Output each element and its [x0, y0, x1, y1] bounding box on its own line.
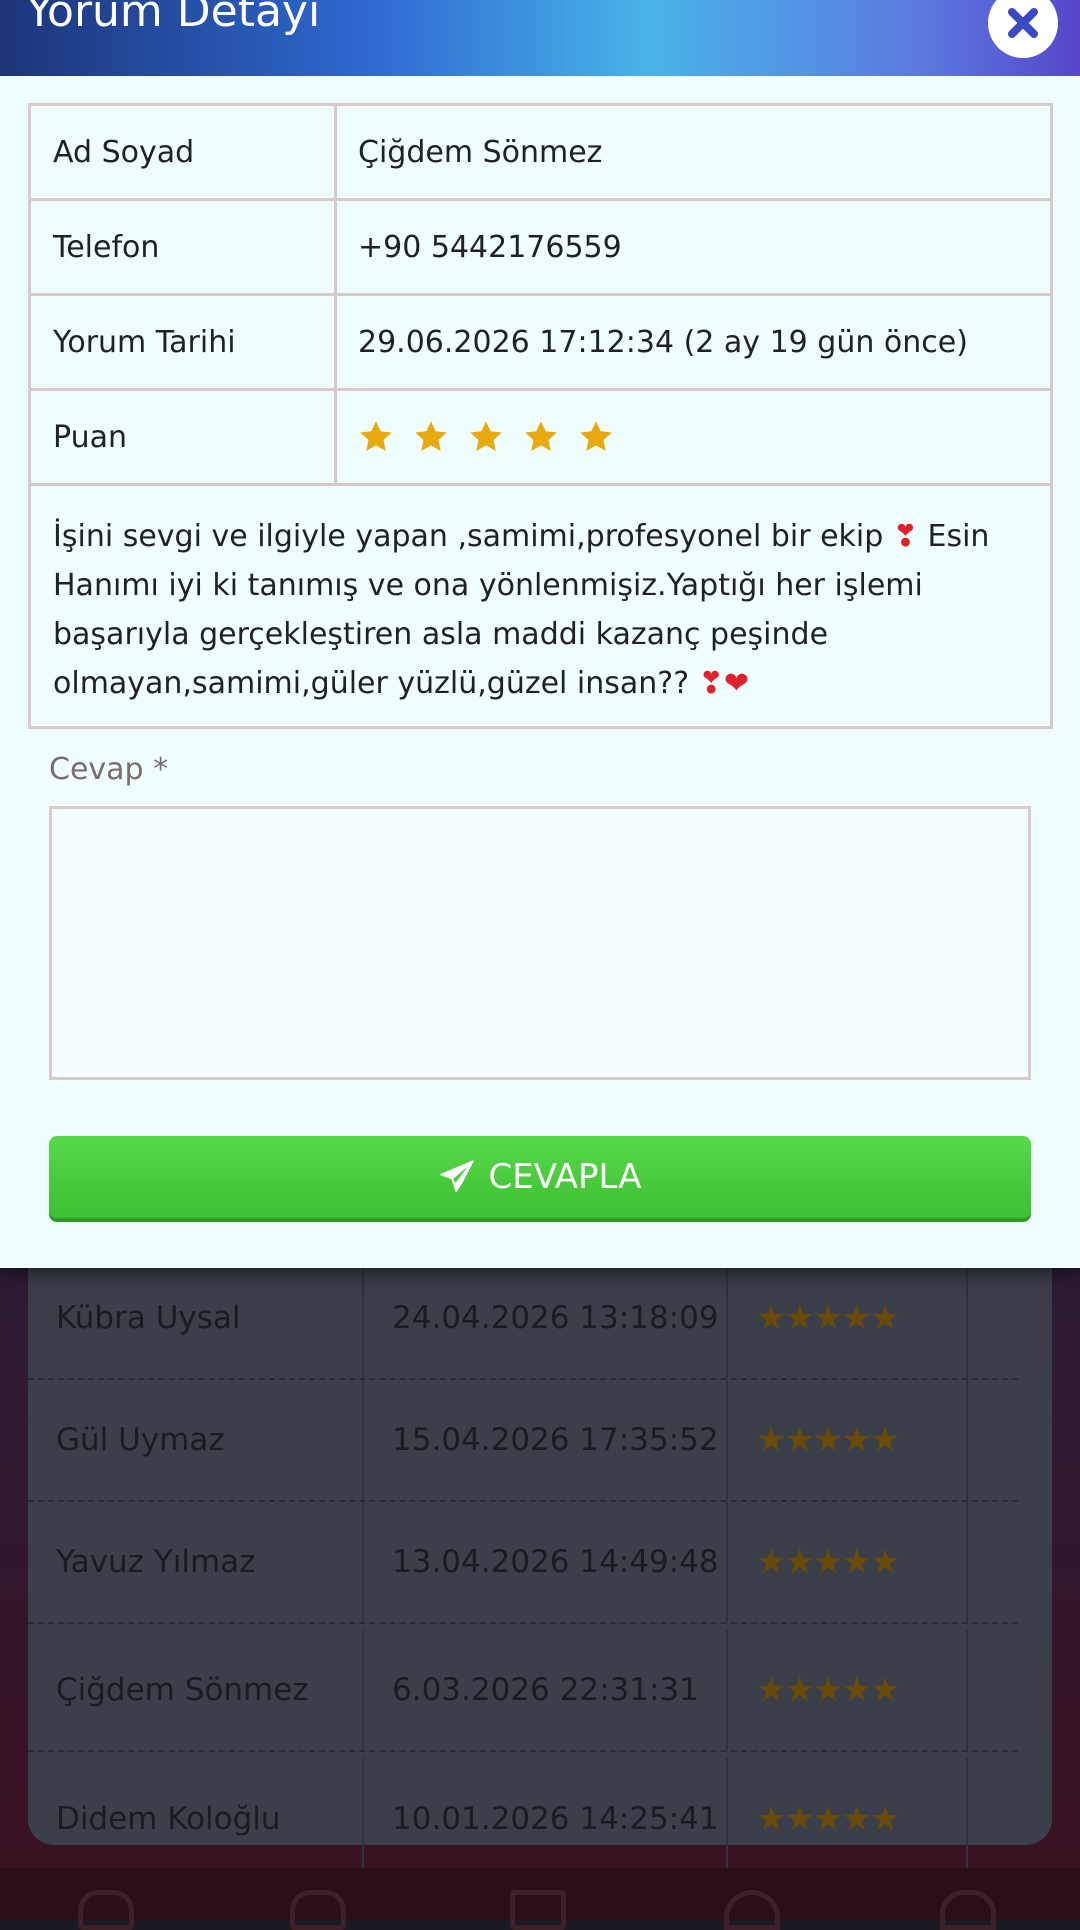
reviewer-name: Kübra Uysal [28, 1258, 364, 1378]
modal-title: Yorum Detayı [26, 0, 321, 37]
comment-text: İşini sevgi ve ilgiyle yapan ,samimi,pro… [31, 486, 1050, 726]
star-icon [525, 421, 557, 451]
reviewer-name: Çiğdem Sönmez [28, 1630, 364, 1750]
face-icon [724, 1890, 780, 1930]
star-icon [470, 421, 502, 451]
answer-label: Cevap * [49, 752, 168, 787]
answer-label-text: Cevap [49, 752, 144, 787]
detail-row-date: Yorum Tarihi 29.06.2026 17:12:34 (2 ay 1… [31, 296, 1050, 391]
review-stars: ★★★★★ [728, 1502, 968, 1622]
modal-header: Yorum Detayı [0, 0, 1080, 76]
detail-label: Yorum Tarihi [31, 296, 337, 388]
close-button[interactable] [988, 0, 1058, 58]
table-row: Kübra Uysal 24.04.2026 13:18:09 ★★★★★ [28, 1258, 1018, 1380]
detail-row-rating: Puan [31, 391, 1050, 486]
reviewer-name: Yavuz Yılmaz [28, 1502, 364, 1622]
comment-part: İşini sevgi ve ilgiyle yapan ,samimi,pro… [53, 519, 893, 554]
reply-button[interactable]: CEVAPLA [49, 1136, 1031, 1218]
calendar-icon [510, 1890, 566, 1930]
star-icon [580, 421, 612, 451]
review-date: 10.01.2026 14:25:41 [364, 1758, 728, 1880]
detail-value-date: 29.06.2026 17:12:34 (2 ay 19 gün önce) [358, 324, 968, 360]
detail-value-rating [337, 391, 1050, 483]
rating-stars [358, 419, 614, 455]
star-icon [360, 421, 392, 451]
review-stars: ★★★★★ [728, 1380, 968, 1500]
detail-row-name: Ad Soyad Çiğdem Sönmez [31, 106, 1050, 201]
answer-textarea[interactable] [49, 806, 1031, 1080]
detail-label: Puan [31, 391, 337, 483]
review-stars: ★★★★★ [728, 1630, 968, 1750]
detail-value-name: Çiğdem Sönmez [358, 134, 603, 170]
detail-label: Ad Soyad [31, 106, 337, 198]
review-stars: ★★★★★ [728, 1258, 968, 1378]
reviewer-name: Didem Koloğlu [28, 1758, 364, 1880]
table-row: Yavuz Yılmaz 13.04.2026 14:49:48 ★★★★★ [28, 1502, 1018, 1624]
table-row: Didem Koloğlu 10.01.2026 14:25:41 ★★★★★ [28, 1758, 1018, 1880]
heart-exclamation-emoji: ❣ [698, 666, 724, 701]
home-icon [78, 1890, 134, 1930]
settings-icon [940, 1890, 996, 1930]
detail-table: Ad Soyad Çiğdem Sönmez Telefon +90 54421… [28, 103, 1053, 729]
close-icon [1008, 8, 1038, 38]
review-date: 24.04.2026 13:18:09 [364, 1258, 728, 1378]
paper-plane-icon [440, 1160, 475, 1193]
reply-button-label: CEVAPLA [488, 1157, 642, 1197]
review-date: 6.03.2026 22:31:31 [364, 1630, 728, 1750]
detail-value-phone: +90 5442176559 [358, 229, 622, 265]
bottom-nav [0, 1868, 1080, 1930]
star-icon [415, 421, 447, 451]
table-row: Çiğdem Sönmez 6.03.2026 22:31:31 ★★★★★ [28, 1630, 1018, 1752]
required-mark: * [153, 752, 169, 787]
review-stars: ★★★★★ [728, 1758, 968, 1880]
reviewer-name: Gül Uymaz [28, 1380, 364, 1500]
review-date: 13.04.2026 14:49:48 [364, 1502, 728, 1622]
detail-label: Telefon [31, 201, 337, 293]
chat-icon [290, 1890, 346, 1930]
review-date: 15.04.2026 17:35:52 [364, 1380, 728, 1500]
heart-exclamation-emoji: ❣ [892, 519, 918, 554]
table-row: Gül Uymaz 15.04.2026 17:35:52 ★★★★★ [28, 1380, 1018, 1502]
detail-row-phone: Telefon +90 5442176559 [31, 201, 1050, 296]
heart-emoji: ❤ [723, 666, 749, 701]
review-detail-modal: Yorum Detayı Ad Soyad Çiğdem Sönmez Tele… [0, 0, 1080, 1268]
